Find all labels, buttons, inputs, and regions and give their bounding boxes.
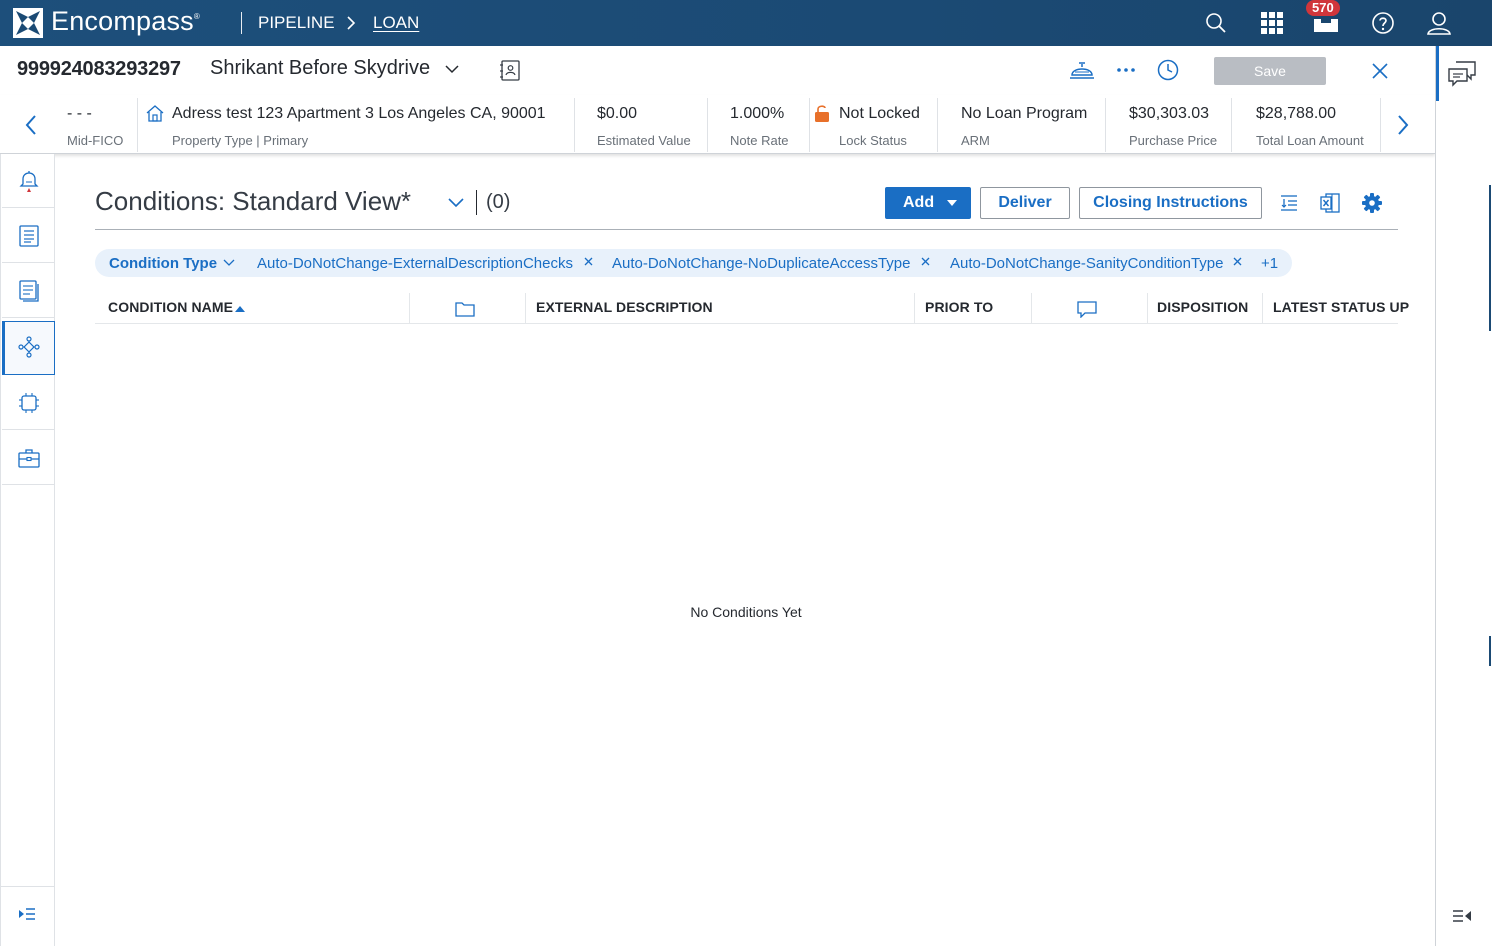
column-condition-name[interactable]: CONDITION NAME [108, 299, 233, 315]
top-navigation-bar: Encompass® PIPELINE LOAN 570 [0, 0, 1492, 46]
conditions-count: (0) [486, 191, 511, 213]
filter-condition-type[interactable]: Condition Type [109, 255, 217, 272]
briefcase-icon [18, 449, 40, 468]
right-utility-rail [1435, 46, 1492, 946]
breadcrumb-chevron-icon [347, 16, 356, 30]
info-divider [1380, 98, 1381, 152]
column-latest-status[interactable]: LATEST STATUS UP [1273, 299, 1409, 315]
closing-instructions-button[interactable]: Closing Instructions [1079, 187, 1262, 219]
remove-filter-icon[interactable] [921, 257, 930, 266]
search-icon[interactable] [1204, 11, 1228, 35]
column-divider [1031, 293, 1032, 323]
view-chevron-down-icon[interactable] [448, 198, 464, 208]
apps-grid-icon[interactable] [1260, 11, 1284, 35]
brand-name: Encompass® [51, 6, 200, 36]
field-loan-program: No Loan Program ARM [961, 105, 1088, 148]
column-divider [914, 293, 915, 323]
chat-messages-icon[interactable] [1447, 60, 1477, 88]
field-estimated-value: $0.00 Estimated Value [597, 105, 691, 148]
conditions-network-icon [18, 336, 40, 358]
filter-chip: Auto-DoNotChange-NoDuplicateAccessType [612, 255, 911, 272]
collapse-rail-icon[interactable] [1452, 908, 1472, 924]
right-rail-active-indicator [1436, 46, 1439, 101]
left-rail-services[interactable] [2, 376, 55, 430]
field-lock-status[interactable]: Not Locked Lock Status [810, 97, 937, 153]
sort-ascending-icon [235, 306, 245, 312]
column-prior-to[interactable]: PRIOR TO [925, 299, 993, 315]
remove-filter-icon[interactable] [584, 257, 593, 266]
right-rail-edge-marker [1489, 636, 1491, 666]
save-button[interactable]: Save [1214, 57, 1326, 85]
field-mid-fico: - - - Mid-FICO [67, 105, 124, 148]
nav-separator [241, 12, 242, 34]
field-total-loan-amount: $28,788.00 Total Loan Amount [1256, 105, 1364, 148]
contact-card-icon[interactable] [500, 60, 521, 81]
close-icon[interactable] [1370, 61, 1390, 81]
chip-icon [19, 393, 39, 413]
left-rail-forms[interactable] [2, 209, 55, 263]
history-clock-icon[interactable] [1156, 59, 1180, 81]
list-form-icon [19, 225, 39, 247]
column-disposition[interactable]: DISPOSITION [1157, 299, 1248, 315]
column-divider [1262, 293, 1263, 323]
encompass-logo-icon[interactable] [13, 8, 43, 38]
sort-order-icon[interactable] [1278, 192, 1300, 214]
column-divider [1147, 293, 1148, 323]
field-property-address[interactable]: Adress test 123 Apartment 3 Los Angeles … [138, 97, 574, 153]
deliver-button[interactable]: Deliver [980, 187, 1070, 219]
empty-state-message: No Conditions Yet [690, 604, 802, 620]
notification-badge[interactable]: 570 [1306, 0, 1340, 16]
field-purchase-price: $30,303.03 Purchase Price [1129, 105, 1218, 148]
documents-icon [19, 280, 39, 302]
title-divider [95, 229, 1398, 230]
filter-chip: Auto-DoNotChange-ExternalDescriptionChec… [257, 255, 573, 272]
user-icon[interactable] [1426, 11, 1452, 35]
home-icon [146, 105, 164, 122]
remove-filter-icon[interactable] [1233, 257, 1242, 266]
left-rail-tools[interactable] [2, 431, 55, 485]
expand-rail-icon[interactable] [18, 906, 36, 922]
unlocked-padlock-icon [815, 105, 829, 122]
left-rail-alerts[interactable] [2, 154, 55, 208]
left-navigation-rail [0, 154, 55, 946]
left-rail-footer [1, 886, 54, 946]
title-separator [476, 190, 477, 215]
add-button[interactable]: Add [885, 187, 971, 219]
help-icon[interactable] [1371, 11, 1395, 35]
more-options-icon[interactable] [1116, 59, 1136, 81]
column-external-description[interactable]: EXTERNAL DESCRIPTION [536, 299, 713, 315]
folder-icon[interactable] [455, 300, 475, 318]
info-strip-next-icon[interactable] [1396, 114, 1410, 136]
filter-chevron-down-icon[interactable] [223, 259, 235, 267]
gear-icon[interactable] [1361, 192, 1383, 214]
excel-export-icon[interactable] [1319, 192, 1341, 214]
column-divider [409, 293, 410, 323]
borrower-chevron-down-icon[interactable] [445, 65, 459, 74]
filter-chip: Auto-DoNotChange-SanityConditionType [950, 255, 1224, 272]
loan-number: 999924083293297 [17, 58, 181, 80]
borrower-name[interactable]: Shrikant Before Skydrive [210, 57, 430, 80]
column-divider [525, 293, 526, 323]
page-title: Conditions: Standard View* [95, 186, 412, 216]
service-bell-icon[interactable] [1069, 59, 1095, 81]
bell-alert-icon [19, 171, 39, 192]
left-rail-conditions[interactable] [2, 321, 55, 375]
field-note-rate: 1.000% Note Rate [730, 105, 789, 148]
breadcrumb-loan[interactable]: LOAN [373, 13, 419, 33]
left-rail-documents[interactable] [2, 264, 55, 318]
right-rail-edge-marker [1489, 185, 1491, 331]
add-button-label: Add [903, 194, 935, 211]
info-strip-prev-icon[interactable] [24, 114, 38, 136]
more-filters[interactable]: +1 [1261, 255, 1278, 272]
breadcrumb-pipeline[interactable]: PIPELINE [258, 13, 335, 33]
table-header-rule [95, 323, 1398, 324]
caret-down-icon [947, 200, 957, 206]
comment-icon[interactable] [1077, 300, 1097, 318]
